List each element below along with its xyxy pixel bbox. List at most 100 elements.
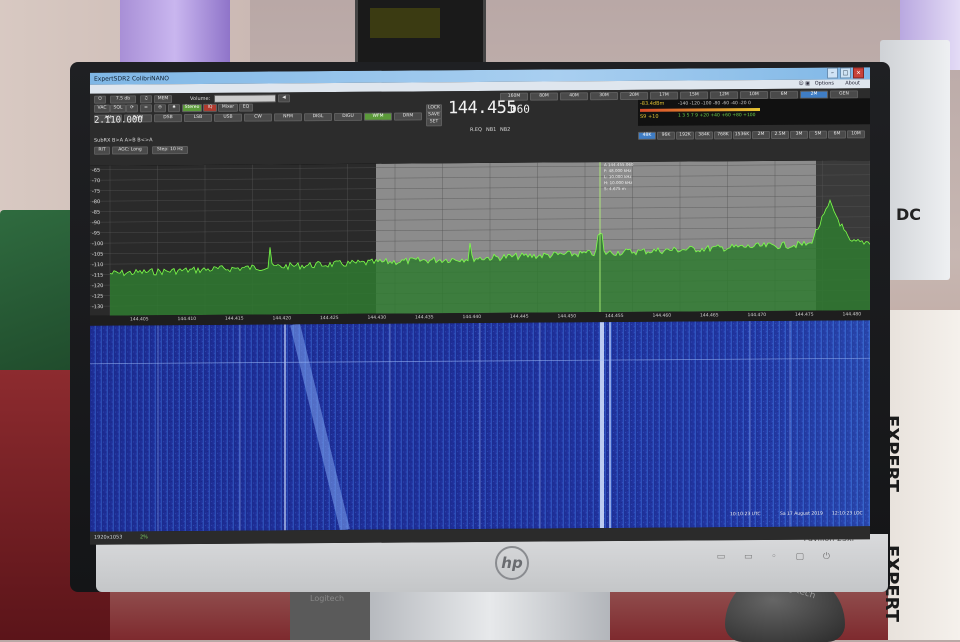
span-select[interactable]: 7.5 db bbox=[110, 95, 136, 104]
db-label: -75 bbox=[92, 189, 100, 195]
sample-rate-192k-button[interactable]: 192K bbox=[676, 131, 694, 140]
vfo-frequency-hz[interactable]: 060 bbox=[510, 103, 530, 116]
freq-tick-label: 144.410 bbox=[177, 316, 197, 323]
loop-icon[interactable]: ⟳ bbox=[126, 104, 138, 113]
stereo-button[interactable]: Stereo bbox=[182, 103, 202, 113]
band-30m-button[interactable]: 30M bbox=[590, 92, 618, 101]
freq-tick-label: 144.475 bbox=[795, 312, 814, 318]
sample-rate-48k-button[interactable]: 48K bbox=[638, 131, 656, 140]
sample-rate-384k-button[interactable]: 384K bbox=[695, 131, 713, 140]
screen: ExpertSDR2 ColibriNANO – □ × ☺ ▣ Options… bbox=[90, 67, 870, 545]
sql-button[interactable]: SQL bbox=[110, 104, 126, 113]
band-80m-button[interactable]: 80M bbox=[530, 92, 558, 101]
vfo-frequency[interactable]: 144.455 bbox=[448, 98, 516, 118]
sub-vfo-frequency[interactable]: 2.110.000 bbox=[94, 115, 143, 125]
rec-icon[interactable]: ⊖ bbox=[154, 104, 166, 113]
rxeq-button[interactable]: R.EQ bbox=[470, 127, 482, 133]
sample-rate-1536k-button[interactable]: 1536K bbox=[733, 131, 751, 140]
waterfall[interactable] bbox=[90, 320, 870, 532]
sample-rate-2m-button[interactable]: 2M bbox=[752, 130, 770, 140]
freq-tick-label: 144.460 bbox=[652, 313, 672, 319]
meter-bar bbox=[640, 108, 760, 112]
iq-button[interactable]: IQ bbox=[203, 103, 217, 112]
band-20m-button[interactable]: 20M bbox=[620, 91, 648, 101]
monitor-buttons[interactable]: ▭ ▭ ◦ ▢ ⏻ bbox=[717, 552, 838, 562]
sample-rate-2.5m-button[interactable]: 2.5M bbox=[771, 130, 789, 139]
maximize-icon[interactable]: □ bbox=[840, 67, 851, 79]
mode-cw-button[interactable]: CW bbox=[244, 113, 272, 122]
freq-tick-label: 144.465 bbox=[700, 313, 719, 319]
user-icon[interactable]: ☺ ▣ bbox=[798, 81, 810, 87]
set-button[interactable]: SET bbox=[426, 118, 442, 127]
nb2-button[interactable]: NB2 bbox=[500, 127, 510, 133]
marker-info-line: L: 10.000 kHz bbox=[604, 174, 632, 179]
background-box: EXPERT EXPERT bbox=[881, 310, 960, 640]
band-12m-button[interactable]: 12M bbox=[710, 91, 738, 100]
freq-tick-label: 144.480 bbox=[842, 312, 862, 318]
mode-lsb-button[interactable]: LSB bbox=[184, 113, 212, 123]
mode-dsb-button[interactable]: DSB bbox=[154, 114, 182, 123]
hp-logo: hp bbox=[495, 546, 529, 580]
volume-label: Volume: bbox=[190, 95, 211, 103]
volume-slider[interactable] bbox=[214, 94, 276, 103]
band-40m-button[interactable]: 40M bbox=[560, 92, 588, 101]
mixer-button[interactable]: Mixer bbox=[218, 103, 238, 112]
freq-tick-label: 144.435 bbox=[415, 315, 434, 321]
sample-rate-96k-button[interactable]: 96K bbox=[657, 131, 675, 140]
sample-rate-10m-button[interactable]: 10M bbox=[847, 130, 865, 139]
nb1-button[interactable]: NB1 bbox=[486, 127, 496, 133]
sample-rate-3m-button[interactable]: 3M bbox=[790, 130, 808, 139]
freq-tick-label: 144.440 bbox=[462, 314, 482, 321]
mode-wfm-button[interactable]: WFM bbox=[364, 112, 392, 121]
sample-rate-6m-button[interactable]: 6M bbox=[828, 130, 846, 139]
status-cpu: 2% bbox=[140, 534, 148, 541]
mode-digl-button[interactable]: DIGL bbox=[304, 113, 332, 122]
band-10m-button[interactable]: 10M bbox=[740, 90, 768, 100]
waterfall-time-local: 12:10:23 LOC bbox=[832, 511, 863, 517]
minimize-icon[interactable]: – bbox=[827, 67, 838, 79]
freq-tick-label: 144.420 bbox=[272, 316, 292, 322]
menu-about[interactable]: About bbox=[845, 80, 860, 86]
mem-button[interactable]: MEM bbox=[154, 95, 172, 104]
db-label: -65 bbox=[92, 168, 100, 174]
freq-tick-label: 144.450 bbox=[557, 314, 577, 320]
spectrum-panel[interactable]: -65 -70 -75 -80 -85 -90 -95 -100 -105 -110 -115 -12… bbox=[90, 160, 870, 316]
db-label: -130 bbox=[92, 304, 103, 310]
band-15m-button[interactable]: 15M bbox=[680, 91, 708, 100]
mode-usb-button[interactable]: USB bbox=[214, 113, 242, 122]
freq-tick-label: 144.415 bbox=[225, 316, 244, 322]
freq-tick-label: 144.425 bbox=[320, 315, 339, 322]
band-17m-button[interactable]: 17M bbox=[650, 91, 678, 100]
db-label: -105 bbox=[92, 252, 103, 258]
step-select[interactable]: Step: 10 Hz bbox=[152, 146, 188, 155]
vac-button[interactable]: VAC bbox=[94, 104, 110, 113]
router-label: DC bbox=[896, 205, 922, 224]
menu-options[interactable]: Options bbox=[815, 81, 834, 87]
mode-nfm-button[interactable]: NFM bbox=[274, 113, 302, 122]
speaker-icon[interactable]: ◀ bbox=[278, 94, 290, 103]
sample-rate-5m-button[interactable]: 5M bbox=[809, 130, 827, 139]
freq-tick-label: 144.445 bbox=[510, 314, 529, 320]
control-panel: ⏻ 7.5 db ♫ MEM Volume: ◀ VAC SQL ⟳ ∞ ⊖ ♠… bbox=[90, 88, 870, 166]
freq-tick-label: 144.430 bbox=[367, 315, 387, 321]
db-label: -120 bbox=[92, 283, 103, 289]
band-2m-button[interactable]: 2M bbox=[800, 90, 828, 99]
rit-button[interactable]: RIT bbox=[94, 146, 110, 155]
lock-icon[interactable]: ♠ bbox=[168, 104, 180, 113]
meter-s-reading: S9 +10 bbox=[640, 113, 659, 120]
band-gen-button[interactable]: GEN bbox=[830, 90, 858, 99]
headphones-icon[interactable]: ♫ bbox=[140, 95, 152, 104]
mode-digu-button[interactable]: DIGU bbox=[334, 112, 362, 122]
agc-select[interactable]: AGC: Long bbox=[112, 146, 148, 155]
sub-rx-strip[interactable]: SubRX B>A A>B B<>A bbox=[94, 137, 153, 143]
sample-rate-768k-button[interactable]: 768K bbox=[714, 131, 732, 140]
freq-tick-label: 144.470 bbox=[747, 313, 767, 319]
db-label: -70 bbox=[92, 178, 100, 184]
marker-info-line: S: 4.675 m bbox=[604, 186, 626, 191]
mode-drm-button[interactable]: DRM bbox=[394, 112, 422, 121]
eq-button[interactable]: EQ bbox=[239, 103, 253, 112]
power-icon[interactable]: ⏻ bbox=[94, 95, 106, 104]
band-6m-button[interactable]: 6M bbox=[770, 90, 798, 99]
record-icon[interactable]: ∞ bbox=[140, 104, 152, 113]
close-icon[interactable]: × bbox=[853, 67, 864, 79]
